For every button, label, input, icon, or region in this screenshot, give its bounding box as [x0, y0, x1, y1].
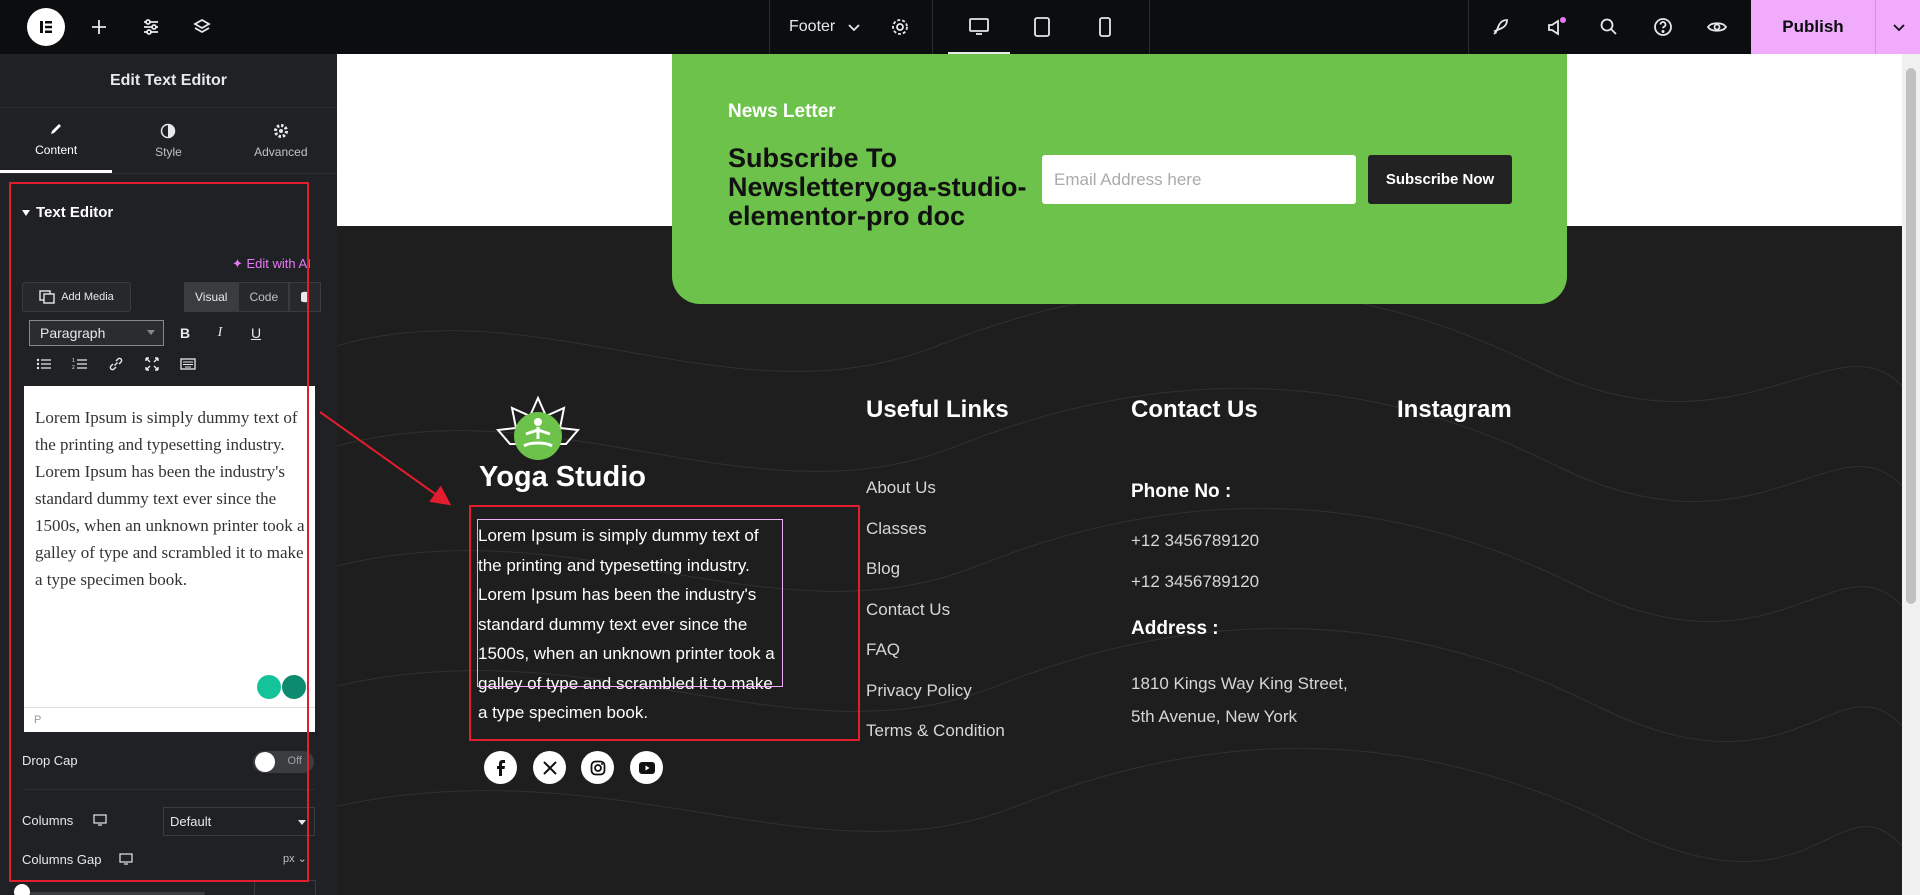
canvas-scrollbar[interactable] [1902, 54, 1920, 895]
scrollbar-thumb[interactable] [1906, 68, 1916, 604]
annotation-arrow [319, 411, 452, 506]
